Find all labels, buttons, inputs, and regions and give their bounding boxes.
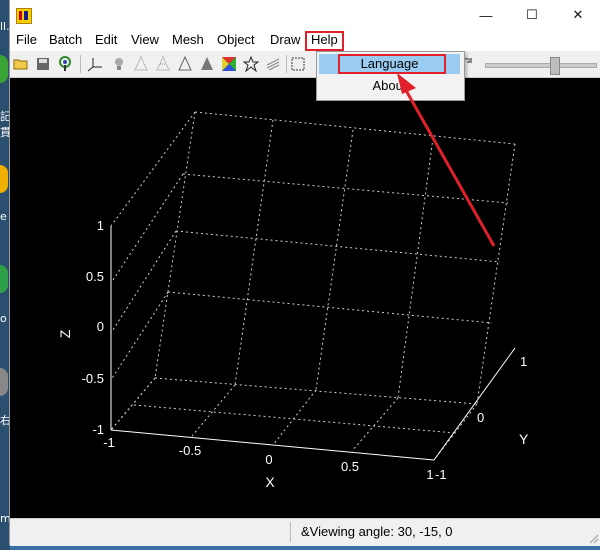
minimize-icon: — [479,7,493,23]
texture-icon[interactable] [264,55,282,73]
color-cube-icon[interactable] [220,55,238,73]
select-box-icon[interactable] [289,55,307,73]
maximize-icon: ☐ [526,7,538,22]
toolbar-separator [286,55,287,73]
desktop-app-icon[interactable] [0,165,8,193]
menu-edit[interactable]: Edit [93,32,119,48]
z-tick-label: -0.5 [82,371,104,386]
status-separator [290,522,291,542]
close-icon: ✕ [572,7,584,22]
title-bar[interactable]: — ☐ ✕ [10,0,600,30]
cone-wire-icon[interactable] [132,55,150,73]
plot-canvas[interactable]: 1 0.5 0 -0.5 -1 Z -1 -0.5 0 0.5 1 X -1 0… [10,78,600,518]
maximize-button[interactable]: ☐ [509,0,555,30]
desktop-app-icon[interactable] [0,55,8,83]
desktop-recycle-icon[interactable] [0,368,8,396]
save-icon[interactable] [34,55,52,73]
desktop-label: e [0,210,7,223]
menu-bar: File Batch Edit View Mesh Object Draw He… [10,30,600,51]
x-axis-label: X [265,474,275,490]
zoom-slider-track[interactable] [485,63,597,68]
help-dropdown-menu: Language About [316,51,465,101]
open-icon[interactable] [12,55,30,73]
toolbar [10,51,600,78]
menu-mesh[interactable]: Mesh [170,32,206,48]
resize-grip-icon[interactable] [589,534,599,544]
desktop-label: o [0,312,7,325]
x-tick-label: 0.5 [341,459,359,474]
cone-outline-icon[interactable] [176,55,194,73]
network-icon[interactable] [56,55,74,73]
menu-object[interactable]: Object [215,32,257,48]
app-logo-icon [16,8,32,24]
app-window: — ☐ ✕ File Batch Edit View Mesh Object D… [9,0,600,546]
minimize-button[interactable]: — [463,0,509,30]
toolbar-separator [80,55,81,73]
axis-lines [110,226,516,461]
axes-icon[interactable] [86,55,104,73]
x-tick-label: -0.5 [179,443,201,458]
z-tick-label: 0.5 [86,269,104,284]
menu-item-language[interactable]: Language [319,54,460,74]
y-tick-label: -1 [435,467,447,482]
star-icon[interactable] [242,55,260,73]
desktop-app-icon[interactable] [0,265,8,293]
menu-help[interactable]: Help [305,31,344,51]
axes-3d-plot: 1 0.5 0 -0.5 -1 Z -1 -0.5 0 0.5 1 X -1 0… [57,111,529,490]
z-tick-label: 0 [97,319,104,334]
status-bar: &Viewing angle: 30, -15, 0 [10,518,600,546]
x-tick-label: 1 [426,467,433,482]
menu-draw[interactable]: Draw [268,32,302,48]
menu-file[interactable]: File [14,32,39,48]
menu-item-about[interactable]: About [319,76,460,96]
z-tick-label: 1 [97,218,104,233]
highlight-annotation [338,54,446,74]
light-icon[interactable] [110,55,128,73]
status-text: &Viewing angle: 30, -15, 0 [301,524,453,539]
y-tick-label: 0 [477,410,484,425]
cone-grid-icon[interactable] [154,55,172,73]
close-button[interactable]: ✕ [555,0,600,30]
cone-solid-icon[interactable] [198,55,216,73]
zoom-slider-thumb[interactable] [550,57,560,75]
menu-view[interactable]: View [129,32,161,48]
z-axis-label: Z [57,329,73,338]
menu-item-about-label: About [372,78,407,93]
y-axis-label: Y [519,431,529,447]
menu-batch[interactable]: Batch [47,32,84,48]
y-tick-label: 1 [520,354,527,369]
x-tick-label: -1 [103,435,115,450]
x-tick-label: 0 [265,452,272,467]
grid-lines [110,111,516,461]
